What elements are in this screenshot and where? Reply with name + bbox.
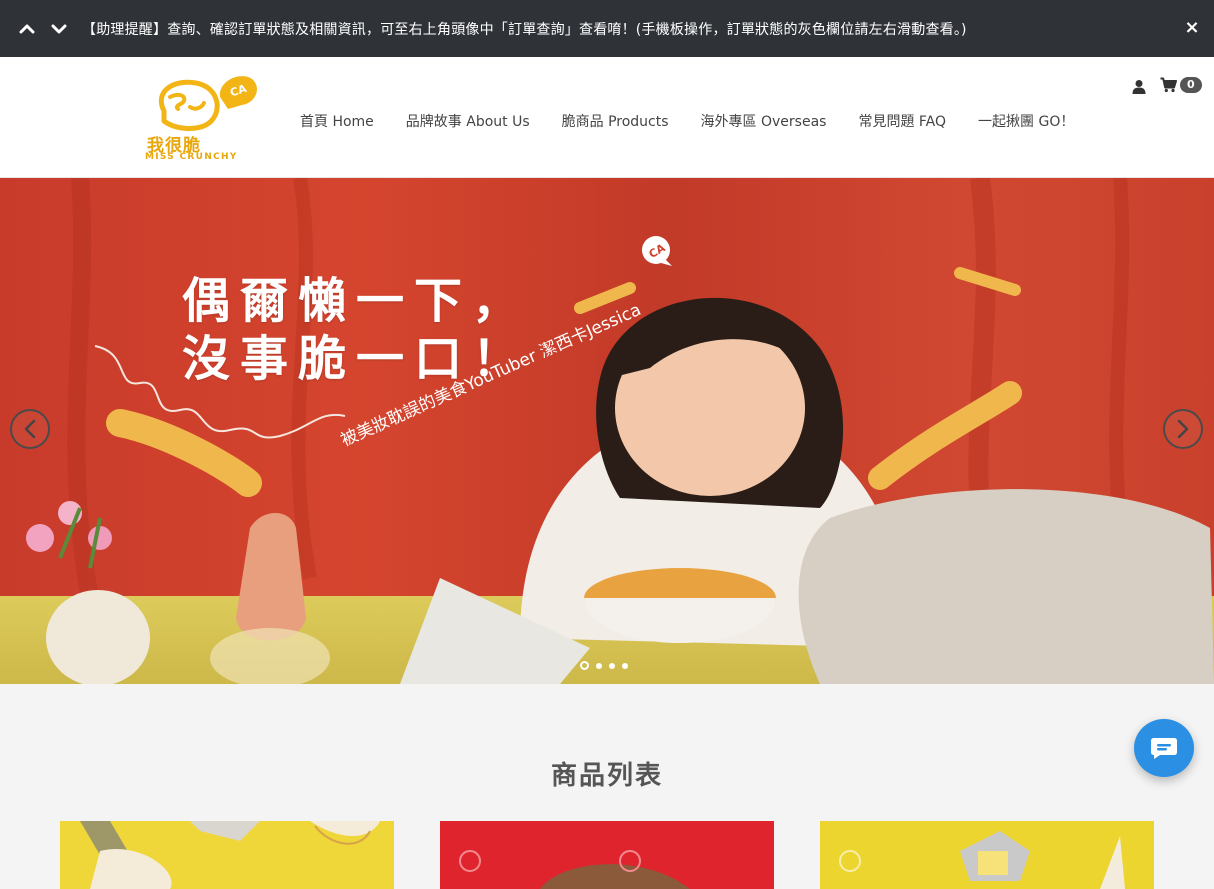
user-icon[interactable]	[1131, 79, 1147, 95]
nav-about[interactable]: 品牌故事 About Us	[390, 111, 546, 131]
slider-dot-2[interactable]	[596, 662, 602, 669]
product-image-1	[60, 821, 394, 889]
cart-icon	[1160, 77, 1177, 93]
announcement-message: 【助理提醒】查詢、確認訂單狀態及相關資訊，可至右上角頭像中「訂單查詢」查看唷！(…	[82, 21, 967, 38]
close-icon[interactable]: ×	[1184, 18, 1200, 38]
nav-home[interactable]: 首頁 Home	[284, 111, 390, 131]
slider-dot-1[interactable]	[580, 661, 589, 670]
logo-text-english: MISS CRUNCHY	[145, 152, 238, 162]
product-card-1[interactable]	[60, 821, 394, 889]
product-image-3	[820, 821, 1154, 889]
announcement-arrows	[18, 20, 68, 38]
products-section-title: 商品列表	[550, 761, 663, 791]
product-card-2[interactable]	[440, 821, 774, 889]
hero-slider: CA 偶爾懶一下， 沒事脆一口！ 被美妝耽誤的美食YouTuber 潔西卡Jes…	[0, 178, 1214, 684]
ca-badge-icon: CA	[642, 236, 672, 266]
cart-count-badge: 0	[1180, 77, 1202, 93]
product-card-3[interactable]	[820, 821, 1154, 889]
chevron-left-icon	[24, 419, 36, 439]
chat-icon	[1151, 738, 1177, 759]
chevron-down-icon[interactable]	[50, 20, 68, 38]
cart-button[interactable]: 0	[1160, 77, 1202, 93]
slider-dot-3[interactable]	[609, 662, 615, 669]
nav-products[interactable]: 脆商品 Products	[546, 111, 685, 131]
chevron-right-icon	[1177, 419, 1189, 439]
nav-overseas[interactable]: 海外專區 Overseas	[685, 111, 843, 131]
product-image-2	[440, 821, 774, 889]
site-header: CA 我很脆 MISS CRUNCHY 首頁 Home 品牌故事 About U…	[0, 57, 1214, 178]
nav-faq[interactable]: 常見問題 FAQ	[842, 111, 962, 131]
nav-group-buy[interactable]: 一起揪團 GO！	[962, 111, 1090, 131]
slider-prev-button[interactable]	[10, 409, 50, 449]
hero-image	[0, 178, 1214, 684]
announcement-bar: 【助理提醒】查詢、確認訂單狀態及相關資訊，可至右上角頭像中「訂單查詢」查看唷！(…	[0, 0, 1214, 57]
chevron-up-icon[interactable]	[18, 20, 36, 38]
slider-dots	[580, 661, 628, 670]
chat-button[interactable]	[1134, 719, 1194, 777]
slider-dot-4[interactable]	[622, 662, 628, 669]
main-nav: 首頁 Home 品牌故事 About Us 脆商品 Products 海外專區 …	[284, 111, 1090, 131]
slider-next-button[interactable]	[1163, 409, 1203, 449]
